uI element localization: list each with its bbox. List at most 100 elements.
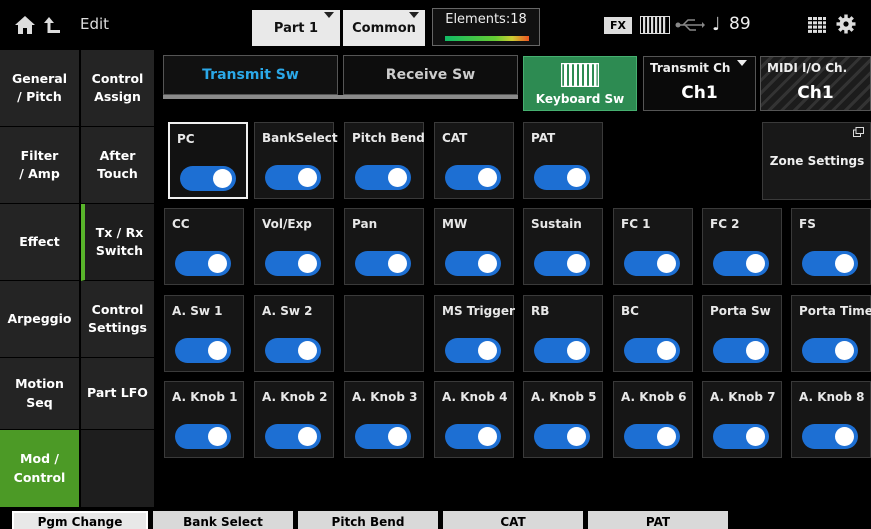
switch-cell-cc[interactable]: CC (164, 208, 244, 285)
switch-cell-a-knob-5[interactable]: A. Knob 5 (523, 381, 603, 458)
toggle-knob (746, 341, 765, 360)
subnav-control-assign[interactable]: Control Assign (81, 50, 154, 127)
bottom-button-bank-select[interactable]: Bank Select (153, 511, 293, 529)
switch-cell-a-knob-2[interactable]: A. Knob 2 (254, 381, 334, 458)
grid-icon[interactable] (808, 17, 826, 33)
toggle-switch[interactable] (355, 165, 411, 190)
toggle-knob (835, 254, 854, 273)
switch-cell-porta-time[interactable]: Porta Time (791, 295, 871, 372)
toggle-switch[interactable] (713, 424, 769, 449)
fx-badge[interactable]: FX (604, 17, 632, 34)
switch-cell-a-knob-4[interactable]: A. Knob 4 (434, 381, 514, 458)
transmit-ch-field[interactable]: Transmit Ch Ch1 (643, 56, 756, 111)
toggle-switch[interactable] (534, 424, 590, 449)
toggle-switch[interactable] (534, 338, 590, 363)
toggle-knob (298, 254, 317, 273)
switch-cell-fs[interactable]: FS (791, 208, 871, 285)
switch-label: A. Knob 3 (352, 390, 418, 404)
switch-label: Porta Sw (710, 304, 771, 318)
switch-cell-fc1[interactable]: FC 1 (613, 208, 693, 285)
nav-filter-amp[interactable]: Filter / Amp (0, 127, 80, 204)
switch-cell-bc[interactable]: BC (613, 295, 693, 372)
switch-cell-pan[interactable]: Pan (344, 208, 424, 285)
toggle-switch[interactable] (624, 424, 680, 449)
toggle-switch[interactable] (713, 338, 769, 363)
switch-cell-pitch-bend[interactable]: Pitch Bend (344, 122, 425, 199)
toggle-switch[interactable] (624, 251, 680, 276)
toggle-switch[interactable] (265, 424, 321, 449)
keyboard-sw-button[interactable]: Keyboard Sw (523, 56, 637, 111)
switch-cell-a-knob-7[interactable]: A. Knob 7 (702, 381, 782, 458)
bottom-button-pgm-change[interactable]: Pgm Change (12, 511, 148, 529)
nav-mod-control[interactable]: Mod / Control (0, 430, 80, 508)
bottom-button-pitch-bend[interactable]: Pitch Bend (298, 511, 438, 529)
switch-cell-pat[interactable]: PAT (523, 122, 603, 199)
switch-cell-pc[interactable]: PC (168, 122, 248, 199)
switch-cell-fc2[interactable]: FC 2 (702, 208, 782, 285)
toggle-knob (298, 168, 317, 187)
switch-cell-a-knob-1[interactable]: A. Knob 1 (164, 381, 244, 458)
toggle-switch[interactable] (713, 251, 769, 276)
switch-cell-vol-exp[interactable]: Vol/Exp (254, 208, 334, 285)
toggle-switch[interactable] (175, 251, 231, 276)
toggle-switch[interactable] (265, 165, 321, 190)
gear-icon[interactable] (836, 14, 856, 34)
switch-label: FC 2 (710, 217, 740, 231)
switch-cell-sustain[interactable]: Sustain (523, 208, 603, 285)
toggle-switch[interactable] (445, 251, 501, 276)
toggle-switch[interactable] (445, 338, 501, 363)
toggle-switch[interactable] (802, 251, 858, 276)
switch-cell-a-sw-1[interactable]: A. Sw 1 (164, 295, 244, 372)
subnav-after-touch[interactable]: After Touch (81, 127, 154, 204)
toggle-switch[interactable] (534, 251, 590, 276)
subnav-tx-rx-switch[interactable]: Tx / Rx Switch (81, 204, 154, 281)
toggle-switch[interactable] (802, 424, 858, 449)
switch-label: CAT (442, 131, 468, 145)
switch-cell-a-sw-2[interactable]: A. Sw 2 (254, 295, 334, 372)
bottom-button-pat[interactable]: PAT (588, 511, 728, 529)
switch-cell-rb[interactable]: RB (523, 295, 603, 372)
switch-cell-empty (344, 295, 424, 372)
subnav-empty (81, 430, 154, 508)
nav-effect[interactable]: Effect (0, 204, 80, 281)
toggle-switch[interactable] (445, 165, 501, 190)
nav-general-pitch[interactable]: General / Pitch (0, 50, 80, 127)
switch-cell-bankselect[interactable]: BankSelect (254, 122, 338, 199)
toggle-switch[interactable] (265, 338, 321, 363)
switch-cell-mw[interactable]: MW (434, 208, 514, 285)
switch-cell-a-knob-6[interactable]: A. Knob 6 (613, 381, 693, 458)
toggle-switch[interactable] (445, 424, 501, 449)
bottom-button-cat[interactable]: CAT (443, 511, 583, 529)
nav-arpeggio[interactable]: Arpeggio (0, 281, 80, 358)
subnav-part-lfo[interactable]: Part LFO (81, 358, 154, 430)
tab-transmit-sw[interactable]: Transmit Sw (163, 55, 338, 95)
back-arrow-icon[interactable] (42, 14, 62, 36)
tab-receive-sw[interactable]: Receive Sw (343, 55, 518, 95)
toggle-switch[interactable] (180, 166, 236, 191)
part-selector[interactable]: Part 1 (252, 10, 340, 46)
toggle-switch[interactable] (175, 424, 231, 449)
common-selector[interactable]: Common (343, 10, 425, 46)
toggle-switch[interactable] (534, 165, 590, 190)
switch-label: Pitch Bend (352, 131, 425, 145)
zone-settings-button[interactable]: Zone Settings (762, 122, 871, 200)
subnav-control-settings[interactable]: Control Settings (81, 281, 154, 358)
switch-label: A. Sw 2 (262, 304, 313, 318)
switch-label: A. Knob 8 (799, 390, 865, 404)
toggle-switch[interactable] (624, 338, 680, 363)
toggle-knob (213, 169, 232, 188)
home-icon[interactable] (14, 14, 36, 36)
switch-cell-porta-sw[interactable]: Porta Sw (702, 295, 782, 372)
toggle-switch[interactable] (265, 251, 321, 276)
toggle-switch[interactable] (355, 424, 411, 449)
tempo-value[interactable]: 89 (729, 14, 751, 34)
switch-cell-a-knob-8[interactable]: A. Knob 8 (791, 381, 871, 458)
toggle-switch[interactable] (355, 251, 411, 276)
switch-label: A. Knob 1 (172, 390, 238, 404)
toggle-switch[interactable] (802, 338, 858, 363)
switch-cell-cat[interactable]: CAT (434, 122, 514, 199)
nav-motion-seq[interactable]: Motion Seq (0, 358, 80, 430)
switch-cell-a-knob-3[interactable]: A. Knob 3 (344, 381, 424, 458)
switch-cell-ms-trigger[interactable]: MS Trigger (434, 295, 515, 372)
toggle-switch[interactable] (175, 338, 231, 363)
